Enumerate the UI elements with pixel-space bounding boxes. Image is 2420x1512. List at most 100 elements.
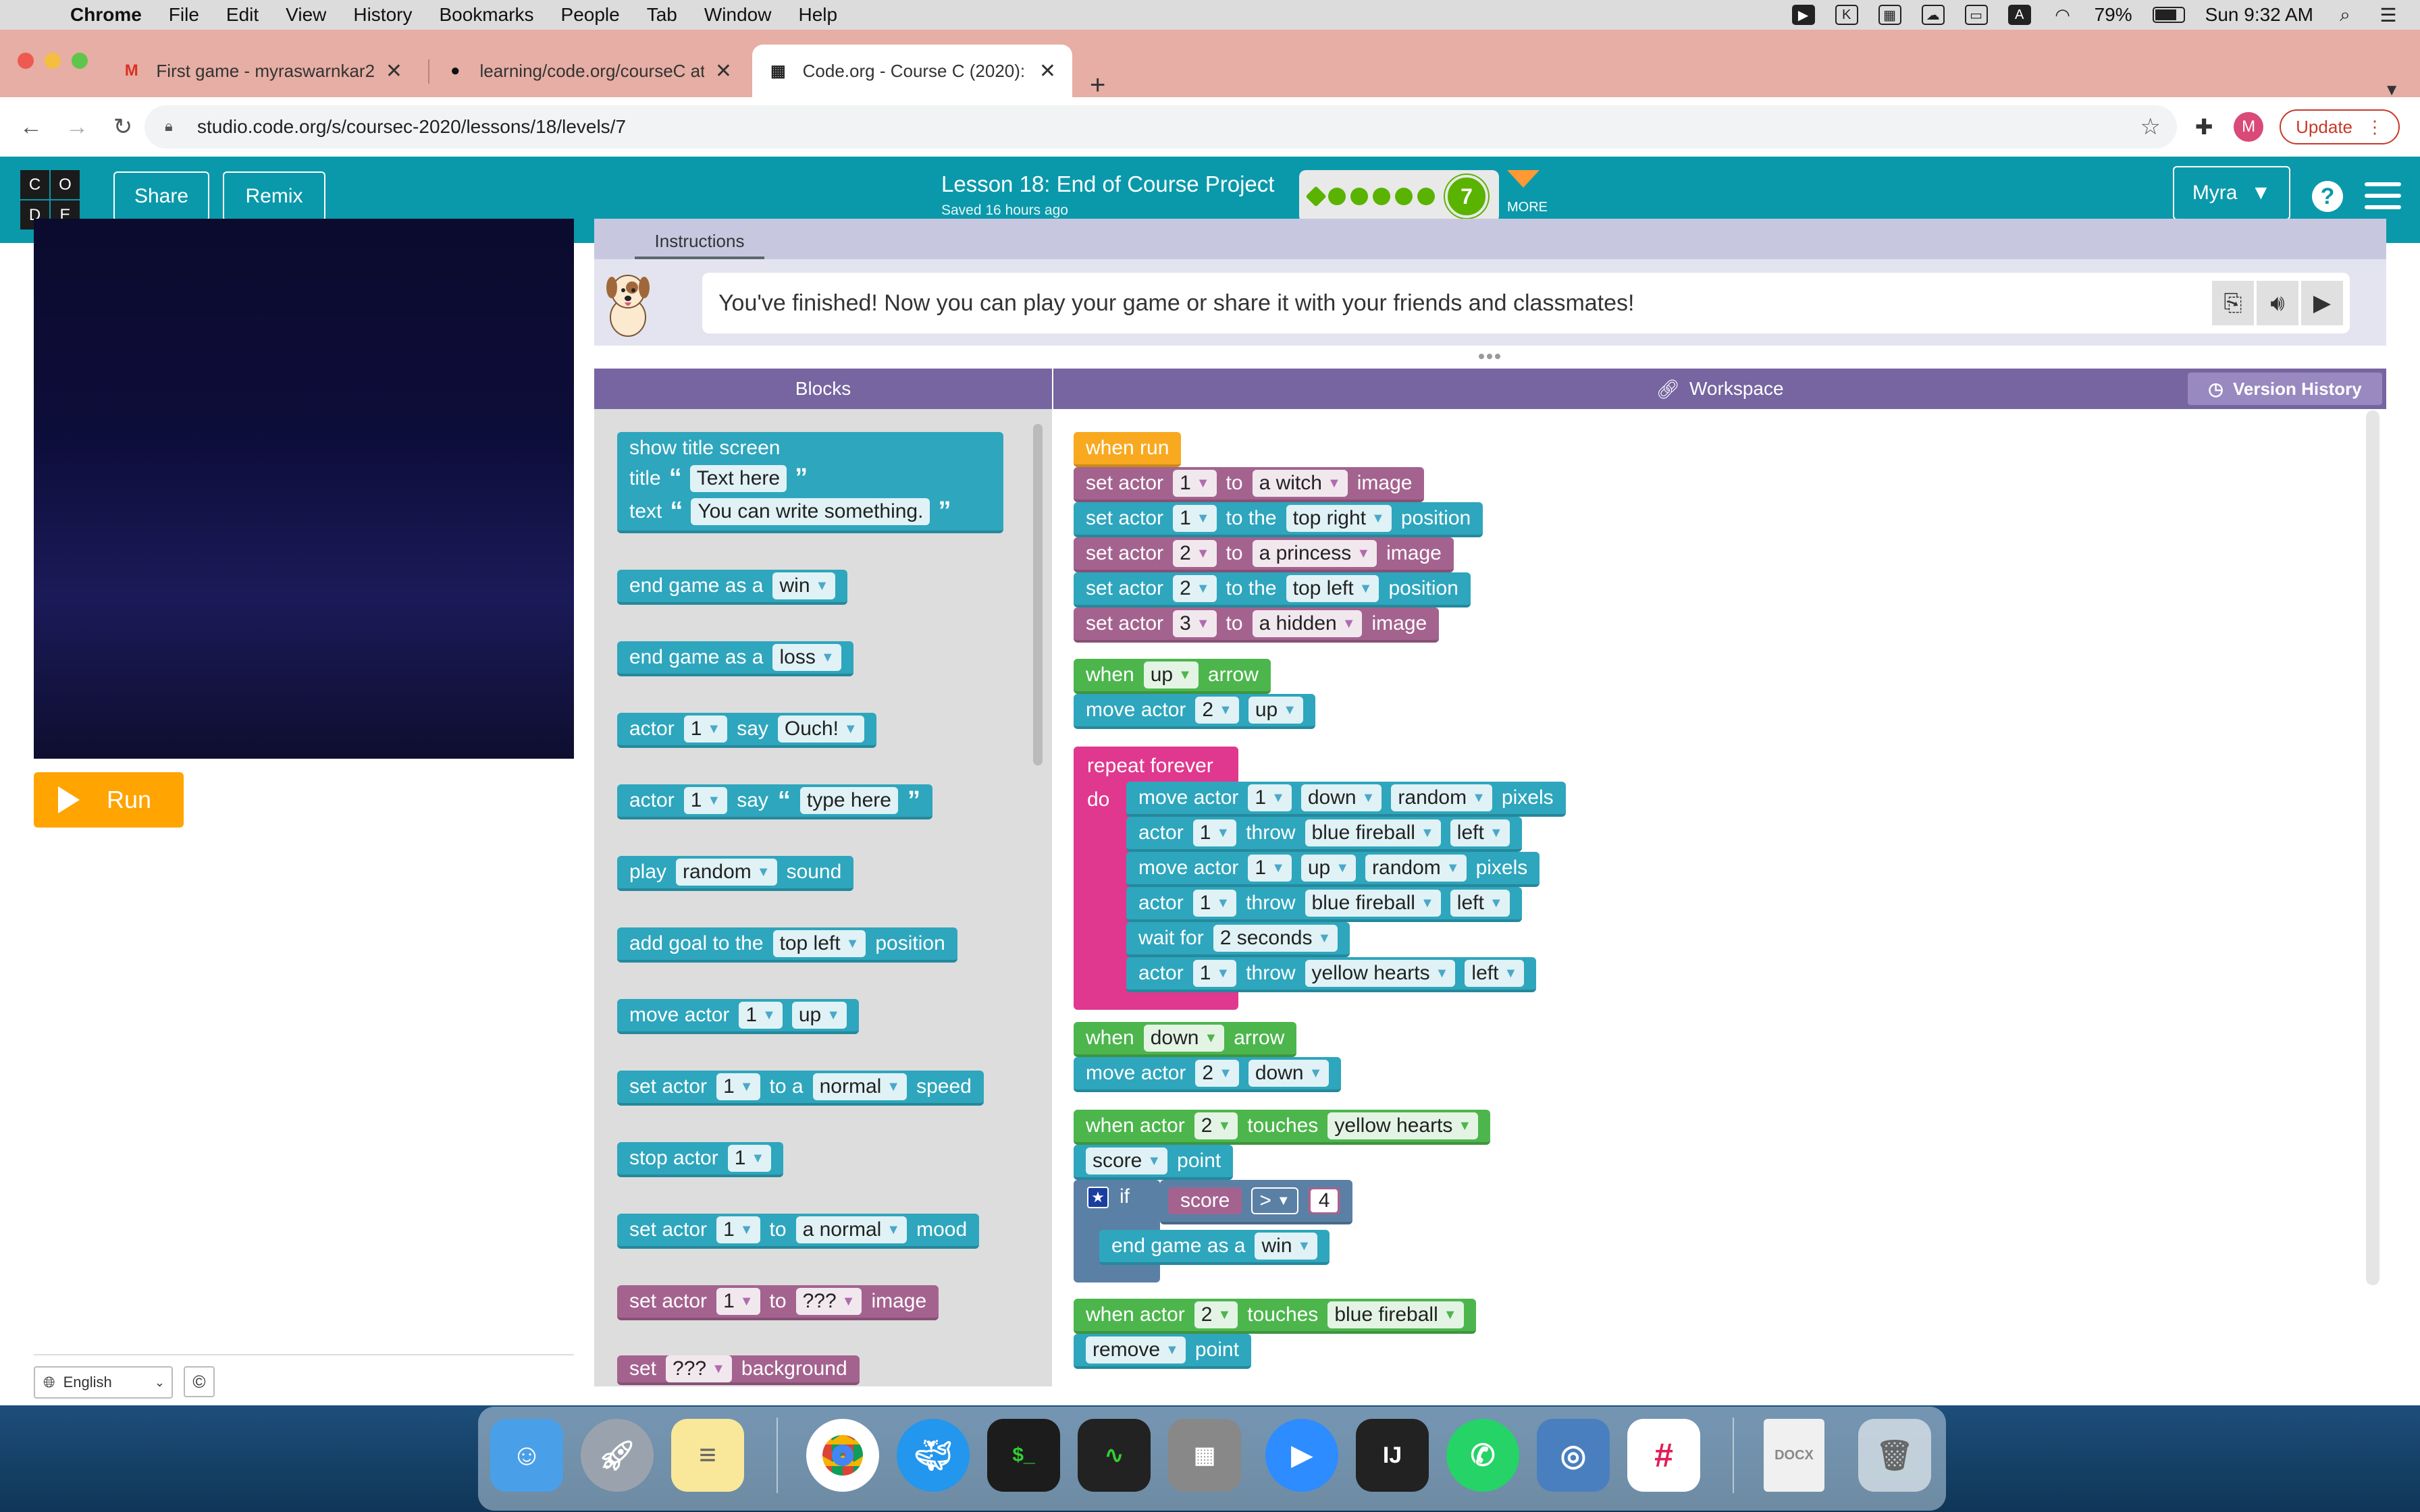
dropdown[interactable]: 2 ▼ <box>1195 697 1239 724</box>
current-level-bubble[interactable]: 7 <box>1445 175 1488 218</box>
speaker-icon[interactable]: 🔊︎ <box>2257 281 2298 325</box>
dropdown[interactable]: 2 ▼ <box>1173 540 1217 567</box>
tab-codeorg[interactable]: ▦ Code.org - Course C (2020): E ✕ <box>752 45 1072 97</box>
grid-status-icon[interactable]: ▦ <box>1878 5 1901 25</box>
menu-people[interactable]: People <box>561 4 620 26</box>
close-tab-icon[interactable]: ✕ <box>715 59 732 83</box>
toolbox-block-move-actor[interactable]: move actor 1 ▼ up ▼ <box>617 999 860 1034</box>
screenshot-icon[interactable]: ◎ <box>1537 1419 1610 1492</box>
battery-icon[interactable] <box>2152 7 2185 23</box>
menu-help[interactable]: Help <box>798 4 837 26</box>
toolbox-block-actor-say[interactable]: actor 1 ▼ say Ouch! ▼ <box>617 713 876 748</box>
dropdown[interactable]: random ▼ <box>676 859 777 886</box>
workspace-block-actor-throw[interactable]: actor 1 ▼ throw blue fireball ▼ left ▼ <box>1126 887 1522 922</box>
workspace-block-move-actor-pixels[interactable]: move actor 1 ▼ down ▼ random ▼ pixels <box>1126 782 1566 817</box>
when-actor-touches-event-block[interactable]: when actor 2 ▼ touches yellow hearts ▼ <box>1074 1110 1491 1145</box>
close-window-button[interactable] <box>18 53 34 69</box>
menu-bookmarks[interactable]: Bookmarks <box>439 4 533 26</box>
apple-icon[interactable] <box>23 3 47 27</box>
workspace-block-set-image[interactable]: set actor 1 ▼ to a witch ▼ image <box>1074 467 1425 502</box>
maximize-window-button[interactable] <box>72 53 88 69</box>
reload-icon[interactable]: ↻ <box>108 112 138 142</box>
dropdown[interactable]: yellow hearts ▼ <box>1305 960 1456 987</box>
dropdown[interactable]: top left ▼ <box>772 930 866 957</box>
activity-monitor-icon[interactable]: ∿ <box>1078 1419 1151 1492</box>
dropdown[interactable]: 1 ▼ <box>1192 890 1237 917</box>
workspace-block-move-actor[interactable]: move actor 2 ▼ down ▼ <box>1074 1057 1342 1092</box>
dropdown[interactable]: top right ▼ <box>1286 505 1392 532</box>
workspace-block-move-actor-pixels[interactable]: move actor 1 ▼ up ▼ random ▼ pixels <box>1126 852 1540 887</box>
dropdown[interactable]: 2 ▼ <box>1195 1060 1239 1087</box>
workspace-block-set-position[interactable]: set actor 1 ▼ to the top right ▼ position <box>1074 502 1483 537</box>
link-icon[interactable]: 🔗︎ <box>1656 378 1680 400</box>
dropdown[interactable]: blue fireball ▼ <box>1327 1301 1464 1328</box>
dropdown[interactable]: a princess ▼ <box>1252 540 1377 567</box>
workspace-block-set-position[interactable]: set actor 2 ▼ to the top left ▼ position <box>1074 572 1471 608</box>
tab-instructions[interactable]: Instructions <box>635 225 764 259</box>
dropdown[interactable]: top left ▼ <box>1286 575 1379 602</box>
wifi-icon[interactable]: ◠ <box>2051 5 2074 25</box>
bookmark-star-icon[interactable]: ☆ <box>2140 113 2161 140</box>
spotlight-search-icon[interactable]: ⌕ <box>2334 4 2357 25</box>
compare-condition[interactable]: score > ▼ 4 <box>1160 1180 1353 1224</box>
dropdown[interactable]: blue fireball ▼ <box>1305 819 1441 846</box>
title-input[interactable]: Text here <box>689 464 787 492</box>
more-arrow-icon[interactable] <box>1507 170 1540 188</box>
toolbox-block-end-loss[interactable]: end game as a loss ▼ <box>617 641 853 676</box>
workspace-block-score-point[interactable]: score ▼ point <box>1074 1145 1234 1180</box>
chrome-icon[interactable] <box>806 1419 879 1492</box>
text-input[interactable]: You can write something. <box>691 497 930 525</box>
menu-history[interactable]: History <box>353 4 412 26</box>
lesson-title[interactable]: Lesson 18: End of Course Project <box>941 171 1274 197</box>
dropdown[interactable]: 1 ▼ <box>1173 505 1217 532</box>
slack-icon[interactable]: # <box>1627 1419 1700 1492</box>
workspace-block-remove-point[interactable]: remove ▼ point <box>1074 1334 1251 1369</box>
more-label[interactable]: MORE <box>1507 200 1548 215</box>
menu-window[interactable]: Window <box>704 4 772 26</box>
level-bubble[interactable] <box>1350 188 1368 205</box>
dropdown[interactable]: blue fireball ▼ <box>1305 890 1441 917</box>
control-center-icon[interactable]: ☰ <box>2377 5 2400 26</box>
when-actor-touches-event-block[interactable]: when actor 2 ▼ touches blue fireball ▼ <box>1074 1299 1476 1334</box>
remix-button[interactable]: Remix <box>223 171 325 221</box>
tab-github[interactable]: ● learning/code.org/courseC at m ✕ <box>429 45 748 97</box>
new-tab-icon[interactable]: + <box>1090 70 1105 101</box>
close-tab-icon[interactable]: ✕ <box>1039 59 1056 83</box>
menu-view[interactable]: View <box>286 4 326 26</box>
toolbox-block-end-win[interactable]: end game as a win ▼ <box>617 570 848 605</box>
workspace-block-set-image[interactable]: set actor 3 ▼ to a hidden ▼ image <box>1074 608 1440 643</box>
launchpad-icon[interactable]: 🚀︎ <box>581 1419 654 1492</box>
dropdown[interactable]: loss ▼ <box>772 644 841 671</box>
menu-file[interactable]: File <box>169 4 199 26</box>
game-canvas[interactable] <box>34 219 574 759</box>
dropdown[interactable]: 2 ▼ <box>1173 575 1217 602</box>
keyboard-input-icon[interactable]: A <box>2007 5 2031 25</box>
level-bubble[interactable] <box>1328 188 1346 205</box>
reading-mode-icon[interactable]: ⎘ <box>2212 281 2254 325</box>
close-tab-icon[interactable]: ✕ <box>386 59 402 83</box>
workspace-block-actor-throw[interactable]: actor 1 ▼ throw yellow hearts ▼ left ▼ <box>1126 957 1537 992</box>
update-button[interactable]: Update ⋮ <box>2280 109 2400 144</box>
address-bar[interactable]: 🔒︎ studio.code.org/s/coursec-2020/lesson… <box>144 105 2177 148</box>
dropdown[interactable]: down ▼ <box>1143 1025 1225 1052</box>
dropdown[interactable]: 2 seconds ▼ <box>1213 925 1338 952</box>
dropdown[interactable]: left ▼ <box>1465 960 1525 987</box>
dropdown[interactable]: 3 ▼ <box>1173 610 1217 637</box>
level-bubble[interactable] <box>1395 188 1413 205</box>
dropdown[interactable]: 1 ▼ <box>716 1288 760 1315</box>
dropdown[interactable]: a normal ▼ <box>795 1216 908 1243</box>
back-icon[interactable]: ← <box>16 112 46 142</box>
dropdown[interactable]: 1 ▼ <box>727 1145 772 1172</box>
dropdown[interactable]: Ouch! ▼ <box>777 716 864 742</box>
level-bubble[interactable] <box>1417 188 1435 205</box>
extensions-icon[interactable]: ✚ <box>2190 113 2217 140</box>
workspace-block-end-win[interactable]: end game as a win ▼ <box>1099 1230 1330 1265</box>
dropdown[interactable]: 1 ▼ <box>1192 819 1237 846</box>
dropdown[interactable]: up ▼ <box>1300 855 1357 882</box>
dropdown[interactable]: ??? ▼ <box>666 1355 732 1382</box>
notes-icon[interactable]: ≡ <box>671 1419 744 1492</box>
lock-icon[interactable]: 🔒︎ <box>165 117 181 136</box>
level-bubble[interactable] <box>1373 188 1390 205</box>
star-mutator-icon[interactable]: ★ <box>1087 1187 1109 1208</box>
language-select[interactable]: 🌐︎ English ⌄ <box>34 1366 173 1399</box>
